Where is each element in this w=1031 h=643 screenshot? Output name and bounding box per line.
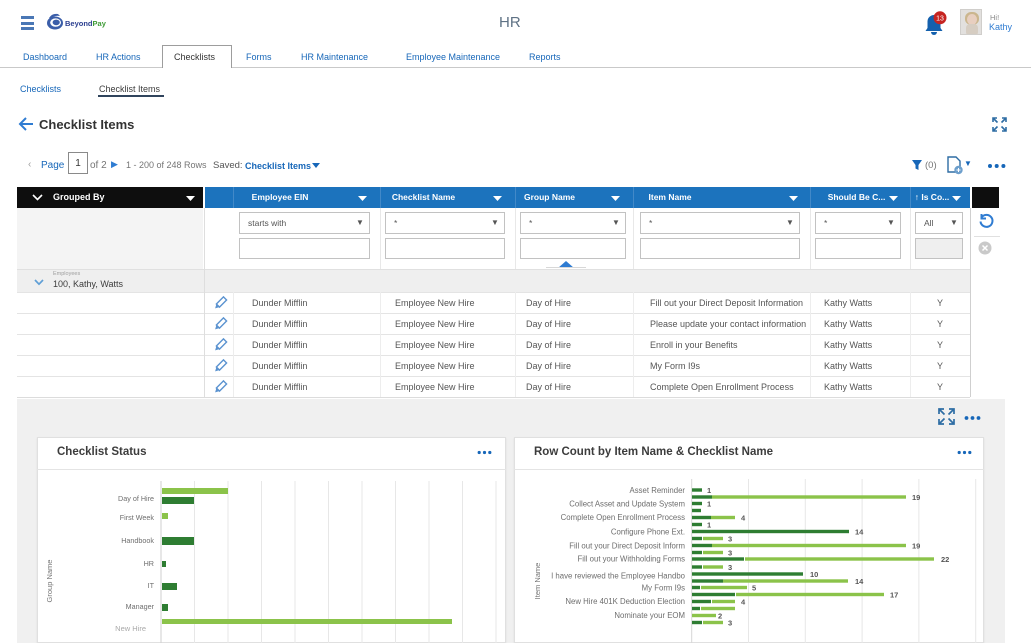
svg-text:10: 10 xyxy=(810,570,818,579)
svg-text:Configure Phone Ext.: Configure Phone Ext. xyxy=(611,528,685,537)
svg-text:Handbook: Handbook xyxy=(121,536,154,545)
svg-text:Asset Reminder: Asset Reminder xyxy=(630,486,686,495)
svg-text:Nominate your EOM: Nominate your EOM xyxy=(614,611,685,620)
svg-text:3: 3 xyxy=(728,563,732,572)
svg-text:New Hire 401K Deduction Electi: New Hire 401K Deduction Election xyxy=(565,597,685,606)
svg-text:I have reviewed the Employee H: I have reviewed the Employee Handbo xyxy=(551,571,686,580)
svg-text:Manager: Manager xyxy=(126,602,155,611)
svg-text:19: 19 xyxy=(912,541,920,550)
svg-text:1: 1 xyxy=(707,520,711,529)
svg-text:IT: IT xyxy=(148,581,155,590)
svg-text:New Hire: New Hire xyxy=(115,624,146,633)
svg-text:13: 13 xyxy=(936,15,944,22)
svg-text:14: 14 xyxy=(855,577,864,586)
svg-text:3: 3 xyxy=(728,618,732,627)
svg-text:3: 3 xyxy=(728,534,732,543)
svg-text:BeyondPay: BeyondPay xyxy=(65,19,107,28)
svg-text:HR: HR xyxy=(144,559,154,568)
svg-text:Item Name: Item Name xyxy=(533,563,542,600)
svg-text:5: 5 xyxy=(752,583,756,592)
svg-text:Fill out your Withholding Form: Fill out your Withholding Forms xyxy=(578,555,686,564)
svg-text:1: 1 xyxy=(707,499,711,508)
svg-text:19: 19 xyxy=(912,493,920,502)
svg-text:Fill out your Direct Deposit I: Fill out your Direct Deposit Inform xyxy=(569,542,685,551)
svg-text:First Week: First Week xyxy=(120,513,155,522)
svg-text:2: 2 xyxy=(718,611,722,620)
svg-text:Complete Open Enrollment Proce: Complete Open Enrollment Process xyxy=(561,513,685,522)
svg-text:Day of Hire: Day of Hire xyxy=(118,494,154,503)
svg-text:17: 17 xyxy=(890,590,898,599)
svg-text:1: 1 xyxy=(707,486,711,495)
svg-text:14: 14 xyxy=(855,527,864,536)
svg-text:4: 4 xyxy=(741,513,746,522)
svg-text:4: 4 xyxy=(741,597,746,606)
svg-text:My Form I9s: My Form I9s xyxy=(642,583,685,592)
svg-text:3: 3 xyxy=(728,548,732,557)
svg-text:Collect Asset and Update Syste: Collect Asset and Update System xyxy=(569,500,685,509)
svg-text:Group Name: Group Name xyxy=(45,560,54,603)
svg-text:22: 22 xyxy=(941,555,949,564)
